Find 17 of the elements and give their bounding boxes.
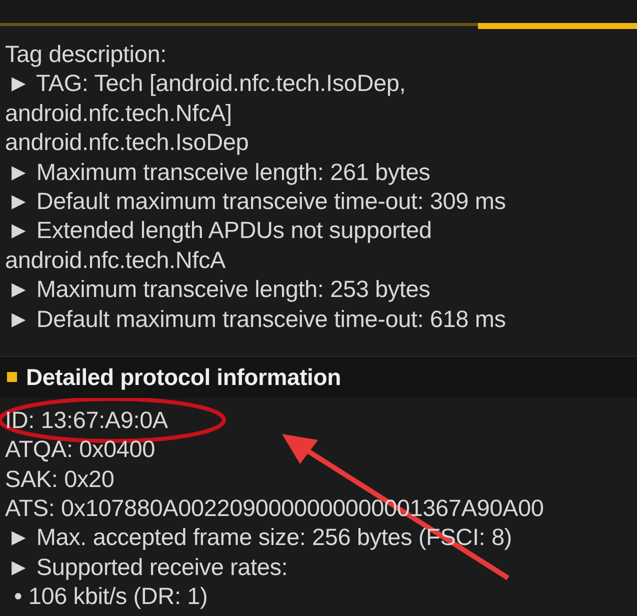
square-icon bbox=[7, 372, 17, 382]
info-line: ► Maximum transceive length: 253 bytes bbox=[7, 275, 430, 304]
info-line: ► Supported receive rates: bbox=[7, 552, 288, 582]
info-line: ► Default maximum transceive time-out: 309 ms bbox=[7, 186, 506, 216]
info-line: • 106 kbit/s (DR: 1) bbox=[14, 582, 208, 612]
info-line: ATQA: 0x0400 bbox=[5, 435, 155, 464]
info-line: ► TAG: Tech [android.nfc.tech.IsoDep, bbox=[7, 69, 406, 98]
info-line: ► Maximum transceive length: 261 bytes bbox=[7, 158, 430, 187]
info-line: android.nfc.tech.NfcA bbox=[5, 246, 226, 275]
info-line: ► Extended length APDUs not supported bbox=[7, 216, 432, 246]
info-line: ID: 13:67:A9:0A bbox=[5, 406, 168, 435]
info-line: android.nfc.tech.IsoDep bbox=[5, 128, 249, 158]
info-line: SAK: 0x20 bbox=[5, 464, 114, 494]
info-line: android.nfc.tech.NfcA] bbox=[5, 98, 232, 128]
section-heading: Tag description: bbox=[5, 40, 166, 69]
section-title: Detailed protocol information bbox=[26, 363, 341, 392]
info-line: ► Default maximum transceive time-out: 618 ms bbox=[7, 304, 506, 334]
